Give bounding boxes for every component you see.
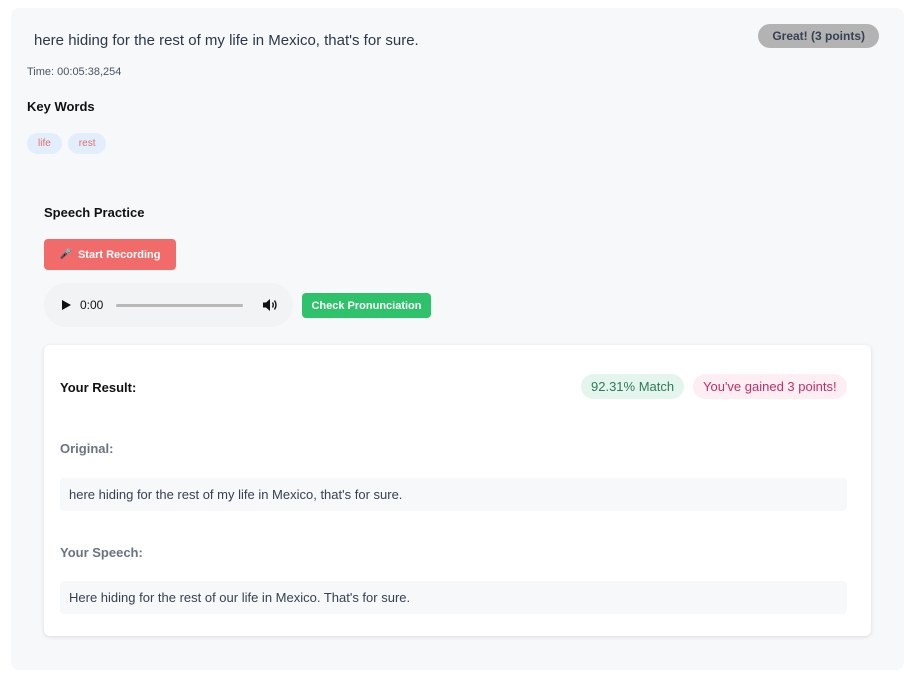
original-text: here hiding for the rest of my life in M… [60,478,847,511]
key-word-chip[interactable]: rest [67,133,107,154]
microphone-icon: 🎤 [59,249,72,260]
start-recording-button[interactable]: 🎤 Start Recording [44,239,176,270]
audio-player: 0:00 [44,283,293,327]
your-speech-label: Your Speech: [60,545,143,560]
start-recording-label: Start Recording [77,248,161,261]
rating-badge: Great! (3 points) [758,24,879,48]
original-label: Original: [60,441,114,456]
match-badge: 92.31% Match [581,374,685,399]
check-pronunciation-button[interactable]: Check Pronunciation [302,293,431,318]
key-word-chip[interactable]: life [27,133,62,154]
audio-progress-bar[interactable] [116,303,244,307]
speech-practice-title: Speech Practice [44,205,145,220]
result-title: Your Result: [60,380,137,395]
your-speech-text: Here hiding for the rest of our life in … [60,581,847,614]
timestamp: Time: 00:05:38,254 [27,66,122,78]
points-badge: You've gained 3 points! [693,374,847,399]
volume-icon[interactable] [262,298,278,312]
segment-card: here hiding for the rest of my life in M… [11,8,904,670]
player-time: 0:00 [80,298,104,312]
result-panel: Your Result: 92.31% Match You've gained … [44,345,871,636]
segment-sentence: here hiding for the rest of my life in M… [34,32,419,49]
key-words-list: life rest [27,133,107,154]
play-icon[interactable] [62,300,71,310]
key-words-title: Key Words [27,99,95,114]
